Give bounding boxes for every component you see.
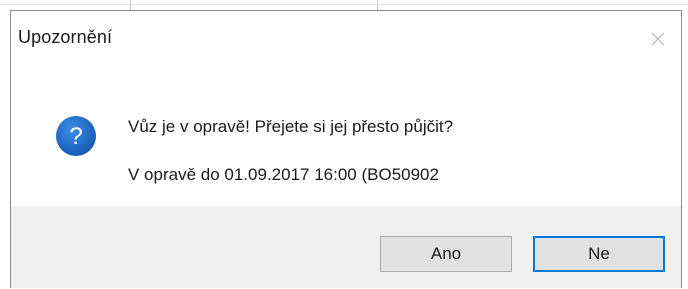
background-grid-line bbox=[0, 4, 688, 5]
dialog-message: Vůz je v opravě! Přejete si jej přesto p… bbox=[128, 117, 454, 136]
svg-text:?: ? bbox=[69, 123, 82, 150]
dialog-title: Upozornění bbox=[18, 27, 113, 47]
dialog-titlebar[interactable]: Upozornění bbox=[11, 11, 681, 67]
yes-button[interactable]: Ano bbox=[380, 236, 512, 272]
close-icon bbox=[651, 32, 665, 46]
dialog-footer: Ano Ne bbox=[11, 206, 681, 288]
dialog-content: ? Vůz je v opravě! Přejete si jej přesto… bbox=[11, 67, 681, 201]
background-grid-line bbox=[130, 0, 131, 10]
warning-dialog: Upozornění ? Vůz je v opravě! Přejete si… bbox=[10, 10, 682, 288]
question-icon: ? bbox=[56, 116, 96, 156]
close-button[interactable] bbox=[643, 25, 673, 53]
background-grid-line bbox=[377, 0, 378, 10]
no-button[interactable]: Ne bbox=[533, 236, 665, 272]
dialog-detail: V opravě do 01.09.2017 16:00 (BO50902 bbox=[128, 165, 439, 184]
